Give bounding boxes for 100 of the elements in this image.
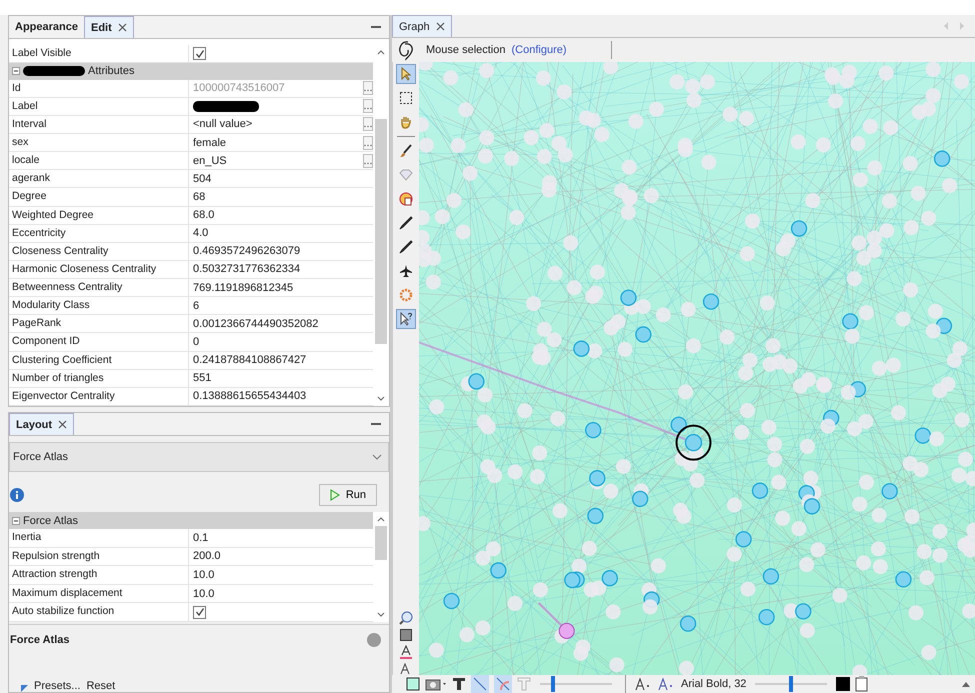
checkbox[interactable] [193,606,206,619]
property-name: Closeness Centrality [9,242,189,260]
property-name: Eigenvector Centrality [9,388,189,405]
panel-tab[interactable]: Appearance [9,16,84,38]
panel-tab[interactable]: Edit [84,16,134,38]
property-name: Weighted Degree [9,206,189,224]
property-value: 0.1 [193,532,210,544]
property-value: female [193,136,228,149]
property-name: Attraction strength [9,566,189,584]
property-name: locale [9,152,189,170]
check-icon [194,48,204,59]
property-value: 551 [193,372,212,384]
panel-tab[interactable]: Layout [9,413,74,435]
property-name: Label Visible [9,45,189,62]
editor-button[interactable] [363,99,373,114]
size-slider[interactable] [755,676,828,692]
close-icon[interactable] [58,420,68,429]
configure-link[interactable]: (Configure) [512,44,567,56]
property-name: Betweenness Centrality [9,279,189,296]
property-value: en_US [193,154,228,167]
pencil-icon [399,240,413,254]
diamond-icon [399,168,413,182]
chevron-icon [372,454,382,460]
info-icon[interactable] [10,488,24,502]
panel-tab[interactable]: Graph [392,15,452,37]
section-header[interactable]: Force Atlas [9,512,373,529]
square-icon[interactable] [400,629,412,641]
dots-icon [364,125,372,128]
property-name: Repulsion strength [9,548,189,566]
dashed-rectangle-icon [399,91,413,105]
reset-link[interactable]: Reset [86,680,116,692]
property-value: 0 [193,336,200,348]
property-name: Modularity Class [9,297,189,314]
property-value: 504 [193,172,212,185]
dots-icon [364,162,372,165]
property-value: <null value> [193,118,254,130]
property-name: Interval [9,116,189,134]
description-title: Force Atlas [10,634,70,646]
zoom-icon[interactable] [399,611,413,625]
property-value: 0.4693572496263079 [193,245,302,258]
font-color-icon[interactable] [400,645,412,659]
property-name: Inertia [9,529,189,547]
airplane-icon [399,264,413,278]
edge-toggle[interactable] [471,675,489,693]
property-name: sex [9,134,189,152]
property-name: Degree [9,188,189,206]
palette-icon [399,192,413,206]
property-value: 10.0 [193,568,216,581]
editor-button[interactable] [363,136,373,150]
scroll-thumb[interactable] [375,526,387,560]
clipboard-icon[interactable] [855,676,870,692]
dots-icon [364,107,372,110]
font-label[interactable]: Arial Bold, 32 [681,678,746,690]
dots-icon [364,144,372,147]
property-name: Component ID [9,333,189,351]
color-swatch-icon[interactable] [836,677,850,691]
edge-color-toggle[interactable] [494,675,512,693]
property-name: Eccentricity [9,224,189,242]
presets-link[interactable]: Presets... [34,680,80,692]
run-button[interactable]: Run [318,484,377,506]
help-tool[interactable] [396,309,416,329]
text-icon[interactable] [452,677,466,691]
triangle-icon [21,685,28,692]
play-icon [330,489,340,501]
close-icon[interactable] [436,22,445,31]
collapse-icon[interactable] [12,67,20,76]
property-name: agerank [9,170,189,188]
pencil-icon [399,216,413,230]
property-value: 200.0 [193,550,222,562]
property-name: Auto stabilize function [9,603,189,621]
camera-icon[interactable] [425,677,447,691]
section-title: Attributes [88,65,134,78]
minimize-icon[interactable] [371,422,381,426]
checkbox[interactable] [193,47,206,60]
redaction-mark [193,100,259,112]
property-value: 100000743516007 [193,82,286,94]
property-value: 0.0012366744490352082 [193,318,320,330]
minimize-icon[interactable] [371,26,381,28]
collapse-icon[interactable] [961,680,971,688]
property-value: 0.24187884108867427 [193,354,308,366]
algorithm-dropdown[interactable]: Force Atlas [9,442,389,472]
font-size-icon[interactable] [400,663,412,675]
size-slider[interactable] [540,676,612,692]
property-value: 10.0 [193,588,216,600]
editor-button[interactable] [363,154,373,168]
dots-icon [364,89,372,92]
collapse-icon[interactable] [12,516,20,524]
help-cursor-icon [399,312,413,326]
property-value: 0.5032731776362334 [193,263,302,276]
property-value: 769.1191896812345 [193,282,294,294]
section-header[interactable]: Attributes [9,63,373,80]
scroll-thumb[interactable] [375,119,387,344]
editor-button[interactable] [363,117,373,132]
property-name: Maximum displacement [9,584,189,602]
property-value: 4.0 [193,227,210,240]
property-name: PageRank [9,315,189,332]
close-icon[interactable] [118,23,127,32]
section-title: Force Atlas [23,514,78,526]
redaction-mark [23,66,85,76]
property-name: Id [9,80,189,97]
